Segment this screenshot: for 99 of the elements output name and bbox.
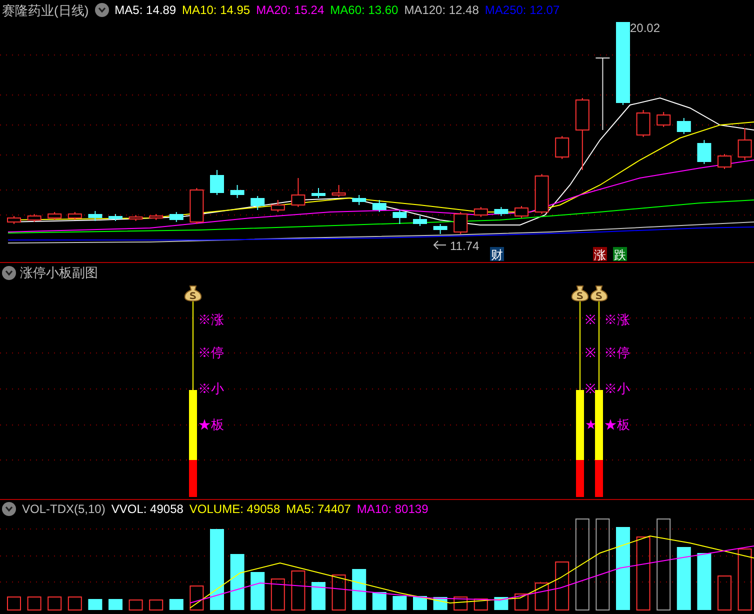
high-price-label: 20.02 — [630, 21, 660, 35]
volume-bar — [291, 570, 306, 610]
panel-title: 涨停小板副图 — [20, 266, 98, 279]
panel-title: VOL-TDX(5,10) — [22, 503, 106, 515]
indicator-reading: MA20: 15.24 — [256, 4, 324, 16]
candlestick — [413, 216, 427, 226]
candlestick — [332, 184, 346, 198]
signal-label: ※ — [585, 381, 596, 396]
volume-bar — [169, 599, 184, 610]
indicator-reading: MA60: 13.60 — [330, 4, 398, 16]
candlestick — [656, 112, 671, 128]
volume-bar — [697, 553, 712, 610]
collapse-toggle-icon[interactable] — [2, 266, 16, 280]
volume-bar — [676, 547, 691, 610]
candlestick — [270, 200, 285, 212]
volume-bar — [68, 596, 82, 610]
indicator-reading: MA10: 80139 — [356, 503, 428, 515]
money-bag-icon — [184, 286, 202, 302]
indicator-reading: MA10: 14.95 — [182, 4, 250, 16]
candlestick — [555, 136, 570, 160]
volume-bar — [413, 596, 427, 610]
candlestick — [474, 206, 488, 218]
candlestick — [190, 188, 204, 224]
volume-bar — [48, 596, 62, 610]
candlestick — [454, 212, 468, 234]
indicator-reading: VOLUME: 49058 — [189, 503, 280, 515]
signal-label: ※停 — [198, 345, 224, 360]
candlestick — [210, 170, 224, 196]
indicator-reading: MA5: 74407 — [286, 503, 351, 515]
indicator-reading: VVOL: 49058 — [111, 503, 184, 515]
volume-bar — [738, 548, 752, 610]
collapse-toggle-icon[interactable] — [2, 502, 16, 516]
indicator-reading: MA5: 14.89 — [114, 4, 176, 16]
volume-bar — [352, 569, 366, 610]
candlestick — [534, 174, 549, 214]
candlestick — [27, 214, 42, 222]
volume-bar — [108, 599, 122, 610]
low-price-label: 11.74 — [450, 239, 480, 253]
volume-bar — [555, 562, 570, 610]
event-badge[interactable]: 财 — [490, 247, 504, 262]
volume-bar — [7, 596, 21, 610]
candlestick — [48, 212, 62, 220]
candlestick — [392, 210, 407, 224]
signal-label: ※涨 — [604, 312, 630, 327]
signal-label: ★ — [585, 417, 597, 432]
signal-label: ※ — [585, 345, 596, 360]
signal-label: ※小 — [604, 381, 630, 396]
volume-bar — [190, 586, 204, 610]
money-bag-icon — [590, 286, 608, 302]
volume-bar — [474, 598, 488, 610]
volume-bar — [372, 592, 386, 610]
candlestick — [312, 188, 326, 198]
candlestick — [697, 140, 712, 164]
leader-line — [433, 240, 446, 250]
volume-bar — [534, 582, 549, 610]
volume-bar — [392, 596, 407, 610]
signal-label: ★板 — [198, 417, 224, 432]
volume-bar — [454, 596, 468, 610]
event-badge[interactable]: 涨 — [593, 247, 607, 262]
signal-label: ※停 — [604, 345, 630, 360]
volume-bar — [149, 600, 164, 610]
candlestick — [7, 216, 21, 224]
signal-label: ★板 — [604, 417, 630, 432]
candlestick — [108, 214, 122, 222]
candlestick — [676, 118, 691, 134]
volume-bar — [88, 599, 102, 610]
money-bag-icon — [571, 286, 589, 302]
volume-bar — [332, 574, 346, 610]
collapse-toggle-icon[interactable] — [94, 3, 109, 17]
candlestick — [494, 206, 508, 216]
candlestick — [352, 194, 366, 206]
volume-bar — [270, 578, 285, 610]
candlestick — [68, 212, 82, 220]
volume-bar — [718, 576, 732, 610]
candlestick — [636, 110, 650, 138]
signal-label: ※涨 — [198, 312, 224, 327]
candlestick — [230, 184, 244, 198]
candlestick — [291, 178, 306, 208]
volume-bar — [230, 554, 244, 610]
candlestick — [128, 214, 143, 222]
candlestick — [433, 224, 448, 234]
candlestick — [88, 210, 102, 222]
volume-bar — [128, 600, 143, 610]
candlestick — [169, 212, 184, 222]
volume-bar — [514, 594, 528, 610]
signal-label: ※小 — [198, 381, 224, 396]
indicator-reading: MA120: 12.48 — [404, 4, 479, 16]
candlestick — [372, 200, 386, 212]
volume-bar — [27, 596, 42, 610]
candlestick — [514, 206, 528, 218]
volume-bar — [250, 572, 265, 610]
candlestick — [149, 214, 164, 220]
signal-label: ※ — [585, 312, 596, 327]
volume-bar — [312, 582, 326, 610]
indicator-reading: MA250: 12.07 — [484, 4, 560, 16]
candlestick — [250, 196, 265, 210]
candlestick — [718, 154, 732, 170]
chart-title: 赛隆药业(日线) — [2, 4, 89, 16]
event-badge[interactable]: 跌 — [613, 247, 627, 262]
